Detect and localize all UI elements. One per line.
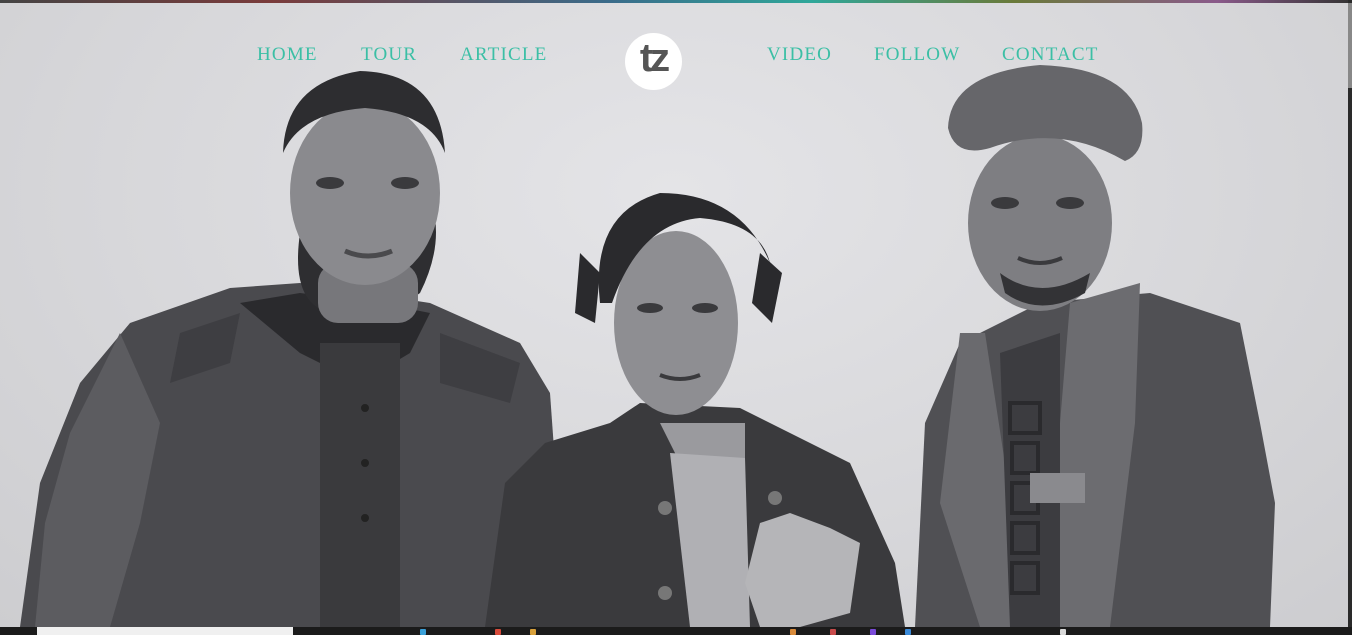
taskbar-app-icon[interactable] <box>530 629 536 635</box>
taskbar-app-icon[interactable] <box>830 629 836 635</box>
nav-tour[interactable]: TOUR <box>361 44 417 66</box>
nav-follow[interactable]: FOLLOW <box>874 44 960 66</box>
left-person <box>20 71 555 627</box>
taskbar-app-icon[interactable] <box>870 629 876 635</box>
hero-photo <box>0 3 1348 627</box>
site-logo[interactable]: tz <box>625 33 682 90</box>
nav-video[interactable]: VIDEO <box>767 44 832 66</box>
nav-article[interactable]: ARTICLE <box>460 44 547 66</box>
taskbar-app-icon[interactable] <box>420 629 426 635</box>
scrollbar[interactable] <box>1348 3 1352 88</box>
taskbar-app-icon[interactable] <box>790 629 796 635</box>
hero-photo-illustration <box>20 65 1275 627</box>
taskbar-app-icon[interactable] <box>905 629 911 635</box>
page: HOME TOUR ARTICLE VIDEO FOLLOW CONTACT t… <box>0 0 1352 635</box>
nav-contact[interactable]: CONTACT <box>1002 44 1099 66</box>
taskbar-search-box[interactable] <box>37 627 293 635</box>
nav-home[interactable]: HOME <box>257 44 318 66</box>
taskbar-app-icon[interactable] <box>1060 629 1066 635</box>
right-person <box>915 65 1275 627</box>
taskbar-app-icon[interactable] <box>495 629 501 635</box>
right-window-edge <box>1348 0 1352 635</box>
logo-text: tz <box>639 36 670 80</box>
